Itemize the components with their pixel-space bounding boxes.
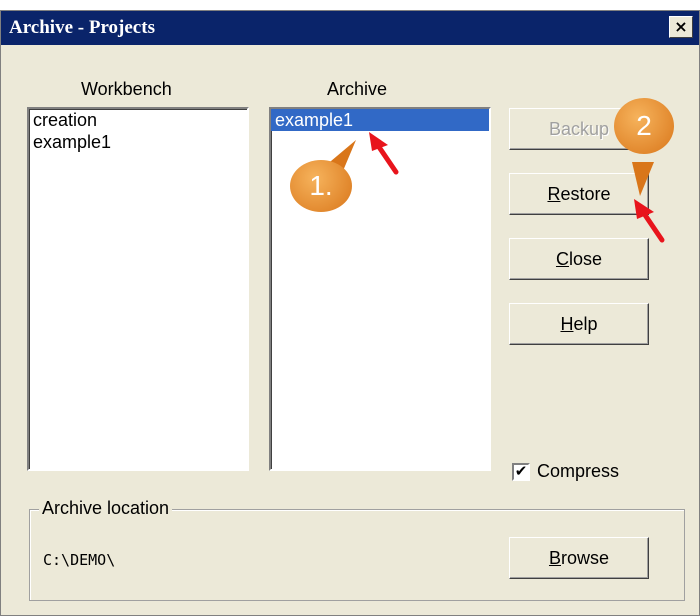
restore-mnemonic: R bbox=[547, 184, 561, 204]
close-mnemonic: C bbox=[555, 249, 569, 269]
archive-location-legend: Archive location bbox=[39, 498, 173, 519]
window-title: Archive - Projects bbox=[9, 17, 155, 38]
archive-projects-dialog: Archive - Projects × Workbench creation … bbox=[0, 10, 700, 616]
restore-button[interactable]: Restore bbox=[509, 173, 649, 215]
help-button[interactable]: Help bbox=[509, 303, 649, 345]
browse-mnemonic: B bbox=[548, 548, 561, 568]
workbench-item-creation[interactable]: creation bbox=[29, 109, 247, 131]
browse-label: rowse bbox=[561, 548, 610, 568]
browse-button[interactable]: Browse bbox=[509, 537, 649, 579]
help-mnemonic: H bbox=[560, 314, 574, 334]
workbench-item-example1[interactable]: example1 bbox=[29, 131, 247, 153]
help-label: elp bbox=[573, 314, 598, 334]
restore-label: estore bbox=[560, 184, 611, 204]
close-label: lose bbox=[568, 249, 603, 269]
archive-label: Archive bbox=[327, 79, 388, 99]
step1-badge: 1. bbox=[290, 160, 352, 212]
title-bar: Archive - Projects × bbox=[1, 11, 699, 45]
step2-badge: 2 bbox=[614, 98, 674, 154]
archive-location-path: C:\DEMO\ bbox=[43, 551, 116, 569]
close-button[interactable]: Close bbox=[509, 238, 649, 280]
workbench-listbox[interactable]: creation example1 bbox=[27, 107, 249, 471]
compress-checkbox[interactable]: ✔ bbox=[512, 463, 530, 481]
workbench-label: Workbench bbox=[81, 79, 172, 99]
compress-label: Compress bbox=[537, 461, 620, 481]
archive-listbox[interactable]: example1 bbox=[269, 107, 491, 471]
archive-item-example1[interactable]: example1 bbox=[271, 109, 489, 131]
close-window-button[interactable]: × bbox=[669, 16, 693, 38]
